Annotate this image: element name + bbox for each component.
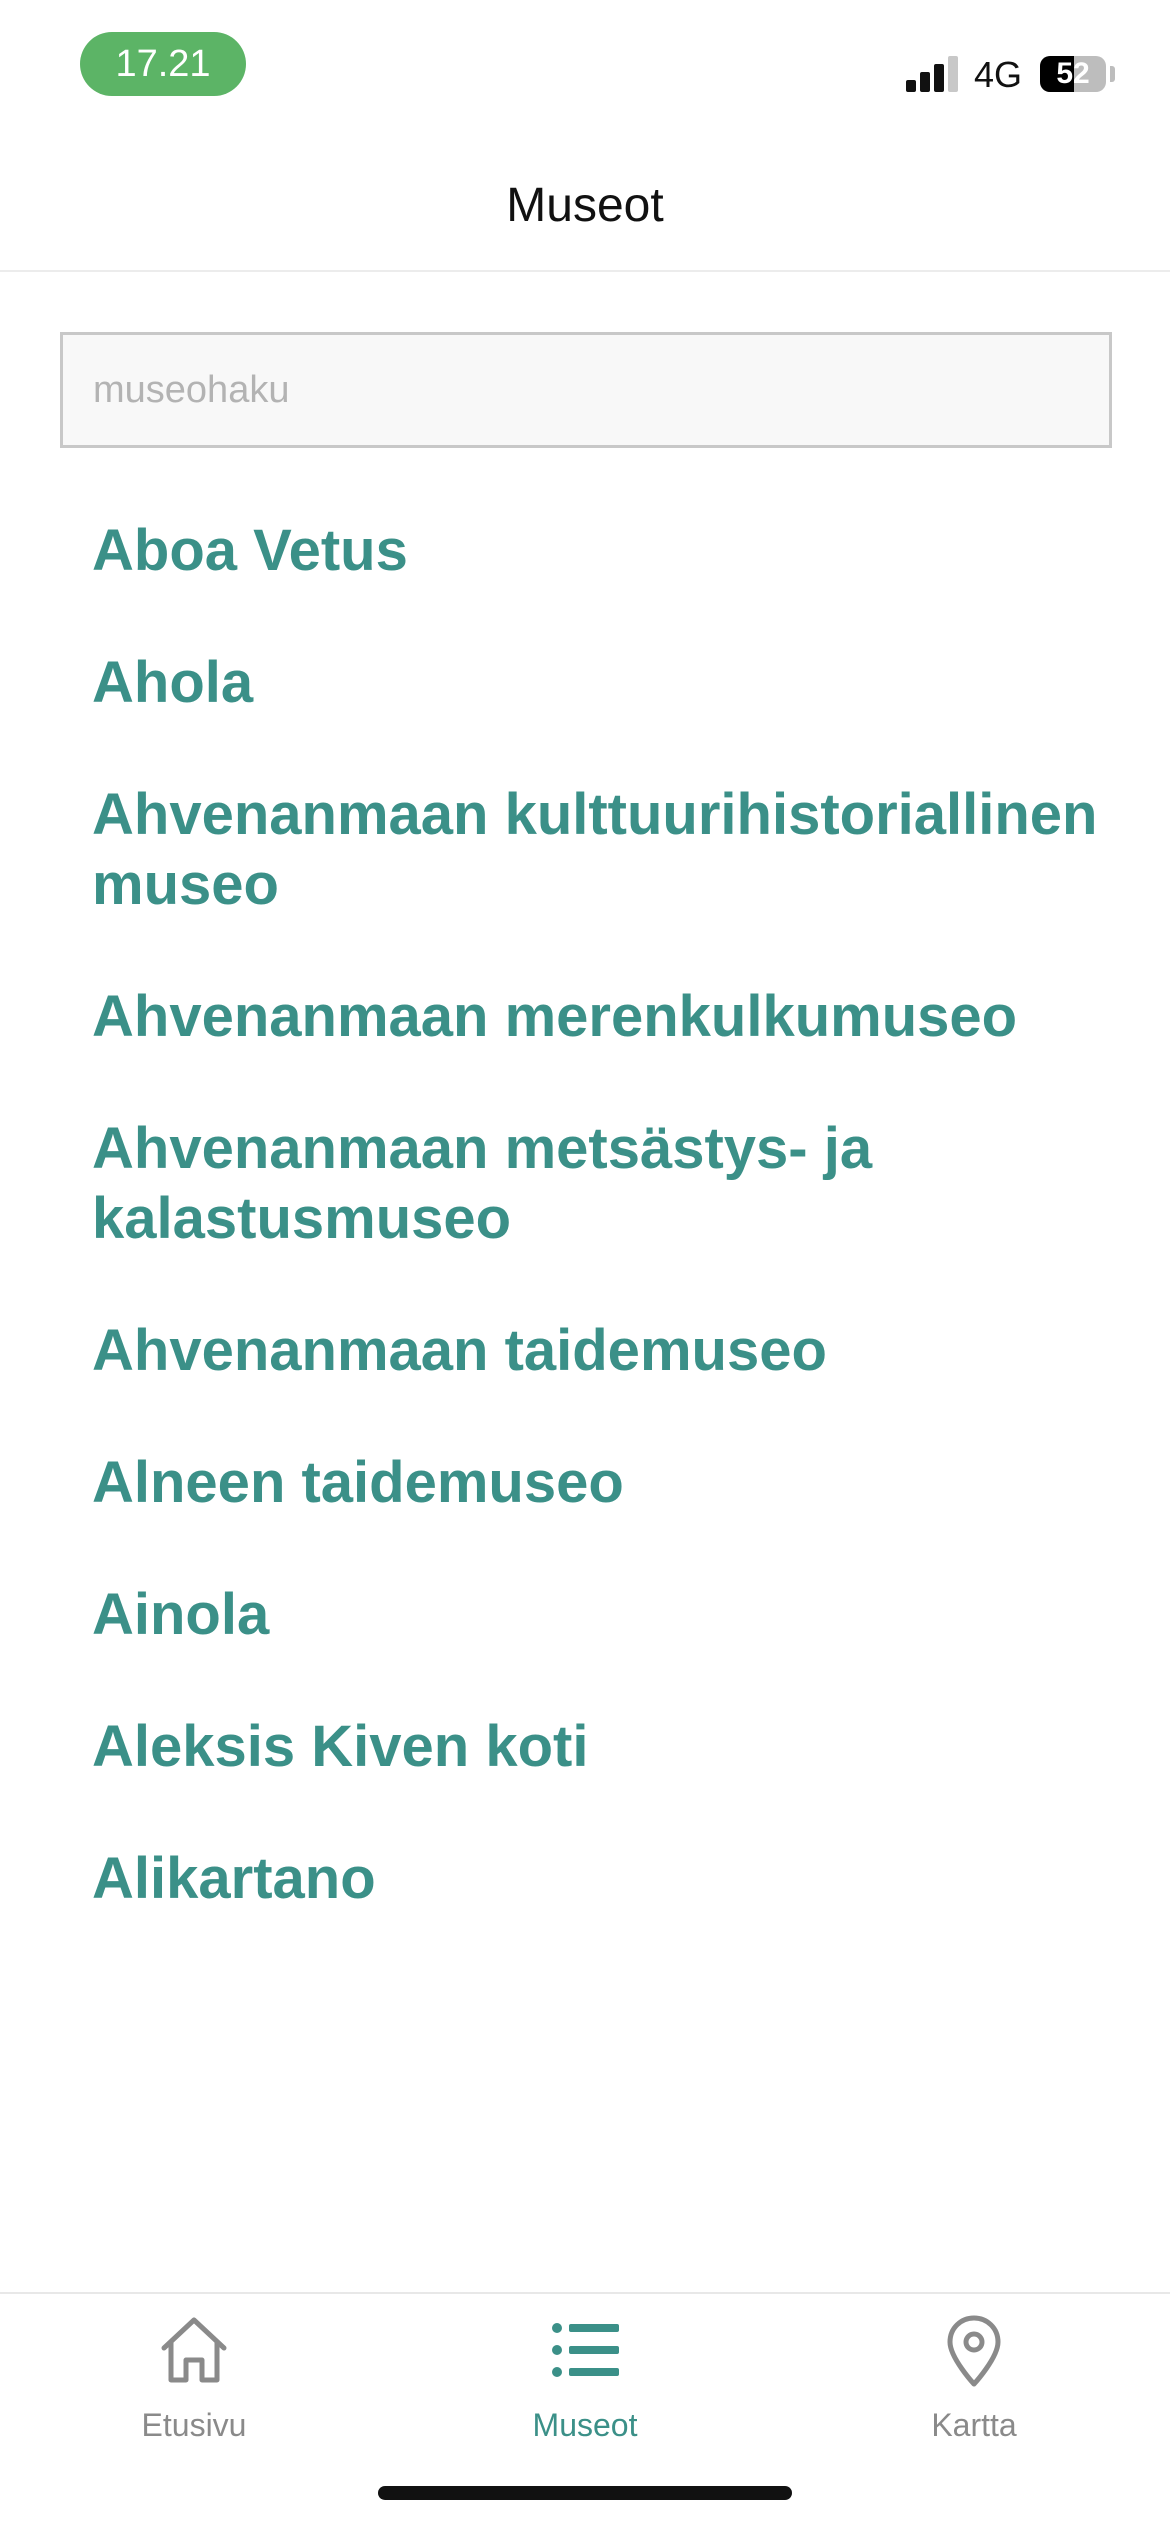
tab-home-label: Etusivu [141,2407,247,2443]
museum-list: Aboa Vetus Ahola Ahvenanmaan kulttuurihi… [92,516,1102,1976]
tab-museums[interactable]: Museot [435,2312,735,2462]
home-indicator[interactable] [378,2486,792,2500]
museum-item-ahola[interactable]: Ahola [92,648,1102,718]
museum-item-alikartano[interactable]: Alikartano [92,1844,1102,1914]
museum-item-ainola[interactable]: Ainola [92,1580,1102,1650]
museum-item-ahvenanmaan-metsastys-ja-kalastusmuseo[interactable]: Ahvenanmaan metsästys- ja kalastusmuseo [92,1114,1102,1254]
nav-header: Museot [0,130,1170,272]
home-icon [161,2317,227,2383]
cellular-signal-icon [906,56,960,92]
battery-level: 52 [1056,57,1090,90]
battery-cap [1110,66,1115,82]
map-pin-icon [947,2315,1001,2387]
status-time[interactable]: 17.21 [80,32,246,96]
museum-item-ahvenanmaan-taidemuseo[interactable]: Ahvenanmaan taidemuseo [92,1316,1102,1386]
tab-map-label: Kartta [931,2407,1017,2443]
museum-item-aboa-vetus[interactable]: Aboa Vetus [92,516,1102,586]
battery-icon: 52 [1040,56,1106,92]
museum-item-aleksis-kiven-koti[interactable]: Aleksis Kiven koti [92,1712,1102,1782]
tab-home[interactable]: Etusivu [44,2312,344,2462]
museum-item-alneen-taidemuseo[interactable]: Alneen taidemuseo [92,1448,1102,1518]
status-bar: 17.21 4G 52 [0,0,1170,130]
network-type: 4G [974,54,1023,95]
page-title: Museot [506,179,664,232]
museum-item-ahvenanmaan-kulttuurihistoriallinen-museo[interactable]: Ahvenanmaan kulttuurihistoriallinen muse… [92,780,1102,920]
list-icon [552,2323,619,2377]
tab-map[interactable]: Kartta [824,2312,1124,2462]
museum-item-ahvenanmaan-merenkulkumuseo[interactable]: Ahvenanmaan merenkulkumuseo [92,982,1102,1052]
museum-search-input[interactable] [60,332,1112,448]
tab-museums-label: Museot [532,2407,638,2443]
